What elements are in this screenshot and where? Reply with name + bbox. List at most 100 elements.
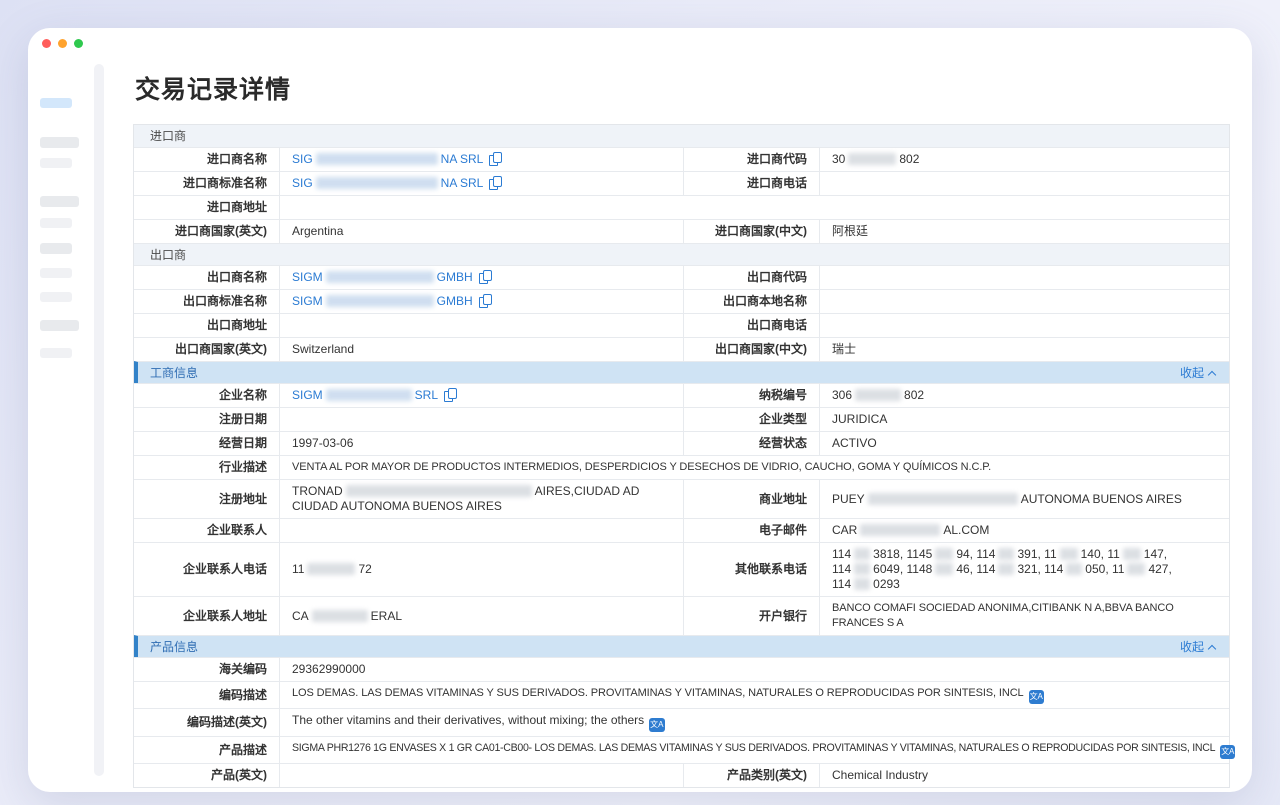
translate-icon[interactable] bbox=[649, 718, 664, 732]
window-zoom-button[interactable] bbox=[74, 39, 83, 48]
redacted-text bbox=[935, 548, 953, 560]
redacted-text bbox=[312, 610, 368, 622]
redacted-text bbox=[1127, 563, 1145, 575]
contact-value bbox=[279, 519, 683, 542]
section-title: 产品信息 bbox=[150, 636, 198, 658]
collapse-button-business[interactable]: 收起 bbox=[1180, 362, 1229, 384]
browser-window: 交易记录详情 进口商 进口商名称 SIGNA SRL 进口商代码 30802 进… bbox=[28, 28, 1252, 792]
field-label: 其他联系电话 bbox=[683, 543, 819, 596]
copy-icon[interactable] bbox=[489, 176, 502, 190]
redacted-text bbox=[860, 524, 940, 536]
hs-code-value: 29362990000 bbox=[279, 658, 1229, 681]
reg-address-value: TRONADAIRES,CIUDAD AD CIUDAD AUTONOMA BU… bbox=[279, 480, 683, 518]
field-label: 进口商名称 bbox=[134, 148, 279, 171]
importer-name-value: SIGNA SRL bbox=[279, 148, 683, 171]
code-desc-en-value: The other vitamins and their derivatives… bbox=[279, 709, 1229, 736]
importer-std-name-value: SIGNA SRL bbox=[279, 172, 683, 195]
table-row: 海关编码 29362990000 bbox=[134, 657, 1229, 681]
table-row: 行业描述 VENTA AL POR MAYOR DE PRODUCTOS INT… bbox=[134, 455, 1229, 479]
sidebar-item[interactable] bbox=[40, 137, 79, 148]
copy-icon[interactable] bbox=[444, 388, 457, 402]
product-desc-value: SIGMA PHR1276 1G ENVASES X 1 GR CA01-CB0… bbox=[279, 737, 1229, 763]
tax-no-value: 306802 bbox=[819, 384, 1229, 407]
field-label: 注册地址 bbox=[134, 480, 279, 518]
exporter-std-name-value: SIGMGMBH bbox=[279, 290, 683, 313]
field-label: 企业类型 bbox=[683, 408, 819, 431]
redacted-text bbox=[854, 578, 870, 590]
exporter-local-name-value bbox=[819, 290, 1229, 313]
sidebar-item[interactable] bbox=[40, 243, 72, 254]
table-row: 编码描述 LOS DEMAS. LAS DEMAS VITAMINAS Y SU… bbox=[134, 681, 1229, 708]
copy-icon[interactable] bbox=[479, 294, 492, 308]
sidebar-item[interactable] bbox=[40, 320, 79, 331]
importer-std-name-link[interactable]: SIGNA SRL bbox=[292, 176, 502, 191]
company-name-link[interactable]: SIGMSRL bbox=[292, 388, 457, 403]
redacted-text bbox=[935, 563, 953, 575]
field-label: 纳税编号 bbox=[683, 384, 819, 407]
exporter-name-link[interactable]: SIGMGMBH bbox=[292, 270, 492, 285]
sidebar-item[interactable] bbox=[40, 218, 72, 228]
table-row: 出口商地址 出口商电话 bbox=[134, 313, 1229, 337]
sidebar-item[interactable] bbox=[40, 158, 72, 168]
field-label: 产品类别(英文) bbox=[683, 764, 819, 787]
field-label: 海关编码 bbox=[134, 658, 279, 681]
email-value: CARAL.COM bbox=[819, 519, 1229, 542]
window-minimize-button[interactable] bbox=[58, 39, 67, 48]
table-row: 进口商地址 bbox=[134, 195, 1229, 219]
collapse-button-product[interactable]: 收起 bbox=[1180, 636, 1229, 658]
importer-name-link[interactable]: SIGNA SRL bbox=[292, 152, 502, 167]
detail-table: 进口商 进口商名称 SIGNA SRL 进口商代码 30802 进口商标准名称 … bbox=[133, 124, 1230, 788]
window-close-button[interactable] bbox=[42, 39, 51, 48]
field-label: 出口商电话 bbox=[683, 314, 819, 337]
code-desc-value: LOS DEMAS. LAS DEMAS VITAMINAS Y SUS DER… bbox=[279, 682, 1229, 708]
field-label: 产品(英文) bbox=[134, 764, 279, 787]
sidebar-item[interactable] bbox=[40, 292, 72, 302]
redacted-text bbox=[326, 295, 434, 307]
importer-address-value bbox=[279, 196, 1229, 219]
field-label: 商业地址 bbox=[683, 480, 819, 518]
importer-country-en-value: Argentina bbox=[279, 220, 683, 243]
bank-value: BANCO COMAFI SOCIEDAD ANONIMA,CITIBANK N… bbox=[819, 597, 1229, 635]
field-label: 经营状态 bbox=[683, 432, 819, 455]
product-en-value bbox=[279, 764, 683, 787]
sidebar-item-active[interactable] bbox=[40, 98, 72, 108]
field-label: 出口商代码 bbox=[683, 266, 819, 289]
table-row: 企业联系人电话 1172 其他联系电话 1143818, 114594, 114… bbox=[134, 542, 1229, 596]
redacted-text bbox=[855, 389, 901, 401]
section-header-exporter: 出口商 bbox=[134, 243, 1229, 265]
sidebar-divider bbox=[94, 64, 104, 776]
field-label: 注册日期 bbox=[134, 408, 279, 431]
sidebar-item[interactable] bbox=[40, 268, 72, 278]
translate-icon[interactable] bbox=[1029, 690, 1044, 704]
redacted-text bbox=[326, 389, 412, 401]
redacted-text bbox=[868, 493, 1018, 505]
table-row: 注册日期 企业类型 JURIDICA bbox=[134, 407, 1229, 431]
field-label: 进口商电话 bbox=[683, 172, 819, 195]
table-row: 企业联系人 电子邮件 CARAL.COM bbox=[134, 518, 1229, 542]
chevron-up-icon bbox=[1208, 644, 1216, 652]
table-row: 进口商标准名称 SIGNA SRL 进口商电话 bbox=[134, 171, 1229, 195]
field-label: 编码描述 bbox=[134, 682, 279, 708]
copy-icon[interactable] bbox=[479, 270, 492, 284]
table-row: 出口商名称 SIGMGMBH 出口商代码 bbox=[134, 265, 1229, 289]
field-label: 行业描述 bbox=[134, 456, 279, 479]
field-label: 企业名称 bbox=[134, 384, 279, 407]
table-row: 出口商国家(英文) Switzerland 出口商国家(中文) 瑞士 bbox=[134, 337, 1229, 361]
translate-icon[interactable] bbox=[1220, 745, 1235, 759]
sidebar-item[interactable] bbox=[40, 348, 72, 358]
exporter-country-cn-value: 瑞士 bbox=[819, 338, 1229, 361]
copy-icon[interactable] bbox=[489, 152, 502, 166]
exporter-std-name-link[interactable]: SIGMGMBH bbox=[292, 294, 492, 309]
field-label: 出口商标准名称 bbox=[134, 290, 279, 313]
importer-country-cn-value: 阿根廷 bbox=[819, 220, 1229, 243]
table-row: 经营日期 1997-03-06 经营状态 ACTIVO bbox=[134, 431, 1229, 455]
field-label: 经营日期 bbox=[134, 432, 279, 455]
contact-address-value: CAERAL bbox=[279, 597, 683, 635]
section-header-business: 工商信息 收起 bbox=[134, 361, 1229, 383]
sidebar-item[interactable] bbox=[40, 196, 79, 207]
table-row: 注册地址 TRONADAIRES,CIUDAD AD CIUDAD AUTONO… bbox=[134, 479, 1229, 518]
biz-address-value: PUEYAUTONOMA BUENOS AIRES bbox=[819, 480, 1229, 518]
redacted-text bbox=[848, 153, 896, 165]
exporter-name-value: SIGMGMBH bbox=[279, 266, 683, 289]
redacted-text bbox=[998, 563, 1014, 575]
